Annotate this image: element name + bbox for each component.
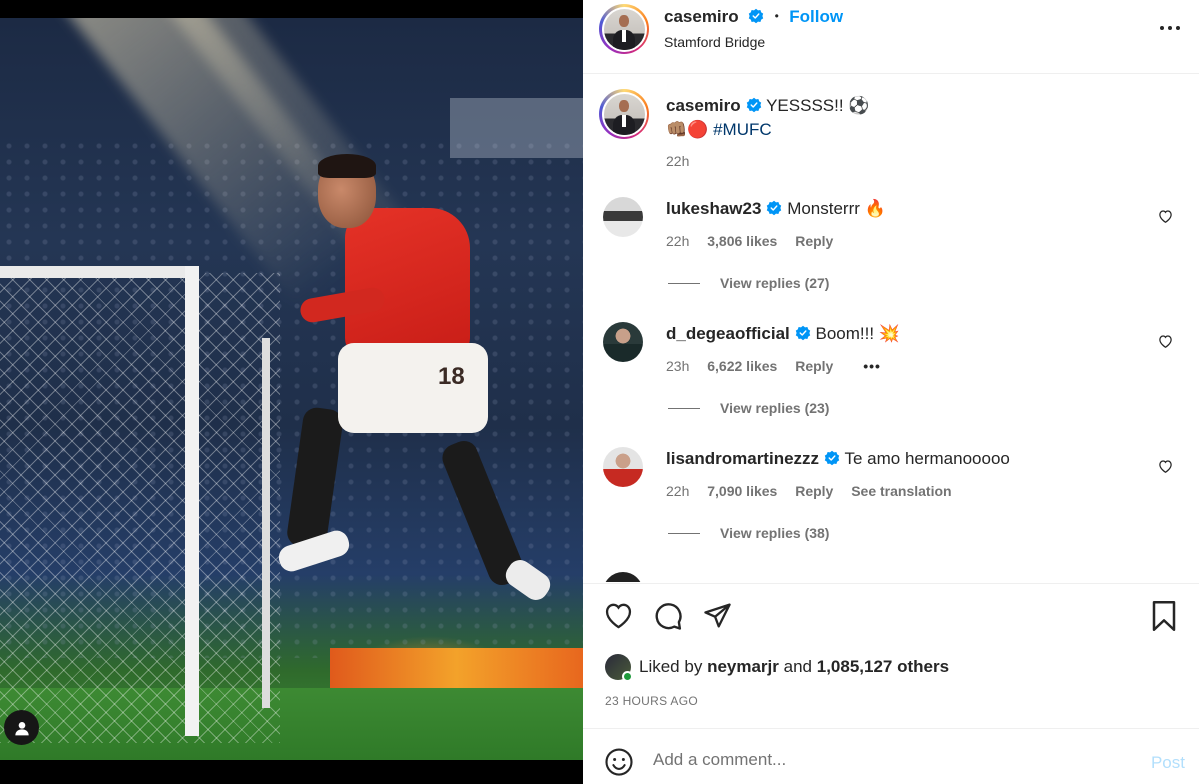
comment-username[interactable]: lukeshaw23 (666, 199, 761, 218)
heart-outline-icon (1159, 460, 1172, 473)
comment-time[interactable]: 23h (666, 358, 689, 374)
heart-outline-icon (1159, 210, 1172, 223)
tagged-users-button[interactable] (4, 710, 39, 745)
heart-outline-icon (605, 603, 632, 629)
post-header: casemiro • Follow Stamford Bridge (583, 0, 1199, 74)
comment-text: Monsterrr 🔥 (787, 199, 886, 218)
replies-divider (668, 283, 700, 284)
view-replies-button[interactable]: View replies (27) (668, 275, 829, 291)
liker-avatar[interactable] (605, 654, 633, 682)
like-button[interactable] (603, 601, 634, 634)
verified-badge-icon (766, 200, 782, 222)
see-translation-button[interactable]: See translation (851, 483, 951, 499)
comment-composer: Post (583, 728, 1199, 784)
comment-likes[interactable]: 7,090 likes (707, 483, 777, 499)
liked-by-summary: Liked by neymarjr and 1,085,127 others (605, 654, 949, 682)
author-avatar[interactable] (599, 89, 649, 139)
post-comment-button[interactable]: Post (1151, 753, 1185, 773)
view-replies-label: View replies (38) (720, 525, 830, 541)
post-location[interactable]: Stamford Bridge (664, 34, 765, 50)
view-replies-button[interactable]: View replies (38) (668, 525, 829, 541)
view-replies-button[interactable]: View replies (23) (668, 400, 829, 416)
comment-username[interactable]: d_degeaofficial (666, 324, 790, 343)
like-comment-button[interactable] (1158, 334, 1173, 353)
comments-list[interactable]: casemiro YESSSS!! ⚽ 👊🏽🔴 #MUFC 22h lukesh… (583, 75, 1199, 582)
liked-by-others[interactable]: 1,085,127 others (817, 657, 949, 677)
save-button[interactable] (1151, 601, 1177, 636)
comment-input[interactable] (653, 745, 1103, 775)
more-options-button[interactable] (1159, 20, 1183, 36)
player-figure: 18 (0, 18, 583, 760)
like-comment-button[interactable] (1158, 459, 1173, 478)
reply-button[interactable]: Reply (795, 483, 833, 499)
caption-username[interactable]: casemiro (666, 96, 741, 115)
replies-divider (668, 408, 700, 409)
comment-item-partial (603, 572, 643, 582)
caption-emoji: 👊🏽🔴 (666, 120, 709, 139)
verified-badge-icon (824, 450, 840, 472)
author-username[interactable]: casemiro (664, 7, 739, 26)
reply-button[interactable]: Reply (795, 233, 833, 249)
paper-plane-icon (704, 603, 731, 628)
comment-likes[interactable]: 6,622 likes (707, 358, 777, 374)
follow-button[interactable]: Follow (789, 7, 843, 26)
like-comment-button[interactable] (1158, 209, 1173, 228)
separator-dot: • (774, 9, 779, 23)
comment-likes[interactable]: 3,806 likes (707, 233, 777, 249)
share-button[interactable] (703, 601, 732, 635)
view-replies-label: View replies (23) (720, 400, 830, 416)
comment-text: Te amo hermanooooo (844, 449, 1010, 468)
caption-hashtag[interactable]: #MUFC (713, 120, 772, 139)
liked-by-prefix: Liked by (639, 657, 703, 676)
comment-text: Boom!!! 💥 (815, 324, 900, 343)
emoji-button[interactable] (604, 747, 634, 782)
replies-divider (668, 533, 700, 534)
commenter-avatar[interactable] (603, 197, 643, 237)
verified-badge-icon (795, 325, 811, 347)
author-avatar[interactable] (599, 4, 649, 54)
comment-button[interactable] (653, 601, 683, 636)
caption-text: YESSSS!! ⚽ (766, 96, 870, 115)
comment-username[interactable]: lisandromartinezzz (666, 449, 819, 468)
comment-options-button[interactable]: ••• (863, 358, 881, 374)
caption-time[interactable]: 22h (666, 153, 689, 169)
post-timestamp[interactable]: 23 HOURS AGO (605, 694, 698, 708)
comment-bubble-icon (655, 603, 682, 630)
post-actions: Liked by neymarjr and 1,085,127 others 2… (583, 583, 1199, 728)
reply-button[interactable]: Reply (795, 358, 833, 374)
commenter-avatar[interactable] (603, 322, 643, 362)
emoji-smile-icon (605, 748, 633, 776)
commenter-avatar[interactable] (603, 447, 643, 487)
post-media[interactable]: 18 (0, 0, 583, 784)
liked-by-user[interactable]: neymarjr (707, 657, 779, 677)
bookmark-icon (1152, 601, 1176, 631)
verified-badge-icon (748, 8, 764, 29)
liked-by-and: and (783, 657, 812, 676)
view-replies-label: View replies (27) (720, 275, 830, 291)
more-horizontal-icon (1160, 26, 1180, 30)
user-icon (14, 721, 29, 735)
comment-time[interactable]: 22h (666, 483, 689, 499)
post-details-panel: casemiro • Follow Stamford Bridge casemi… (583, 0, 1199, 784)
heart-outline-icon (1159, 335, 1172, 348)
verified-badge-icon (746, 97, 762, 119)
comment-time[interactable]: 22h (666, 233, 689, 249)
post-photo: 18 (0, 18, 583, 760)
